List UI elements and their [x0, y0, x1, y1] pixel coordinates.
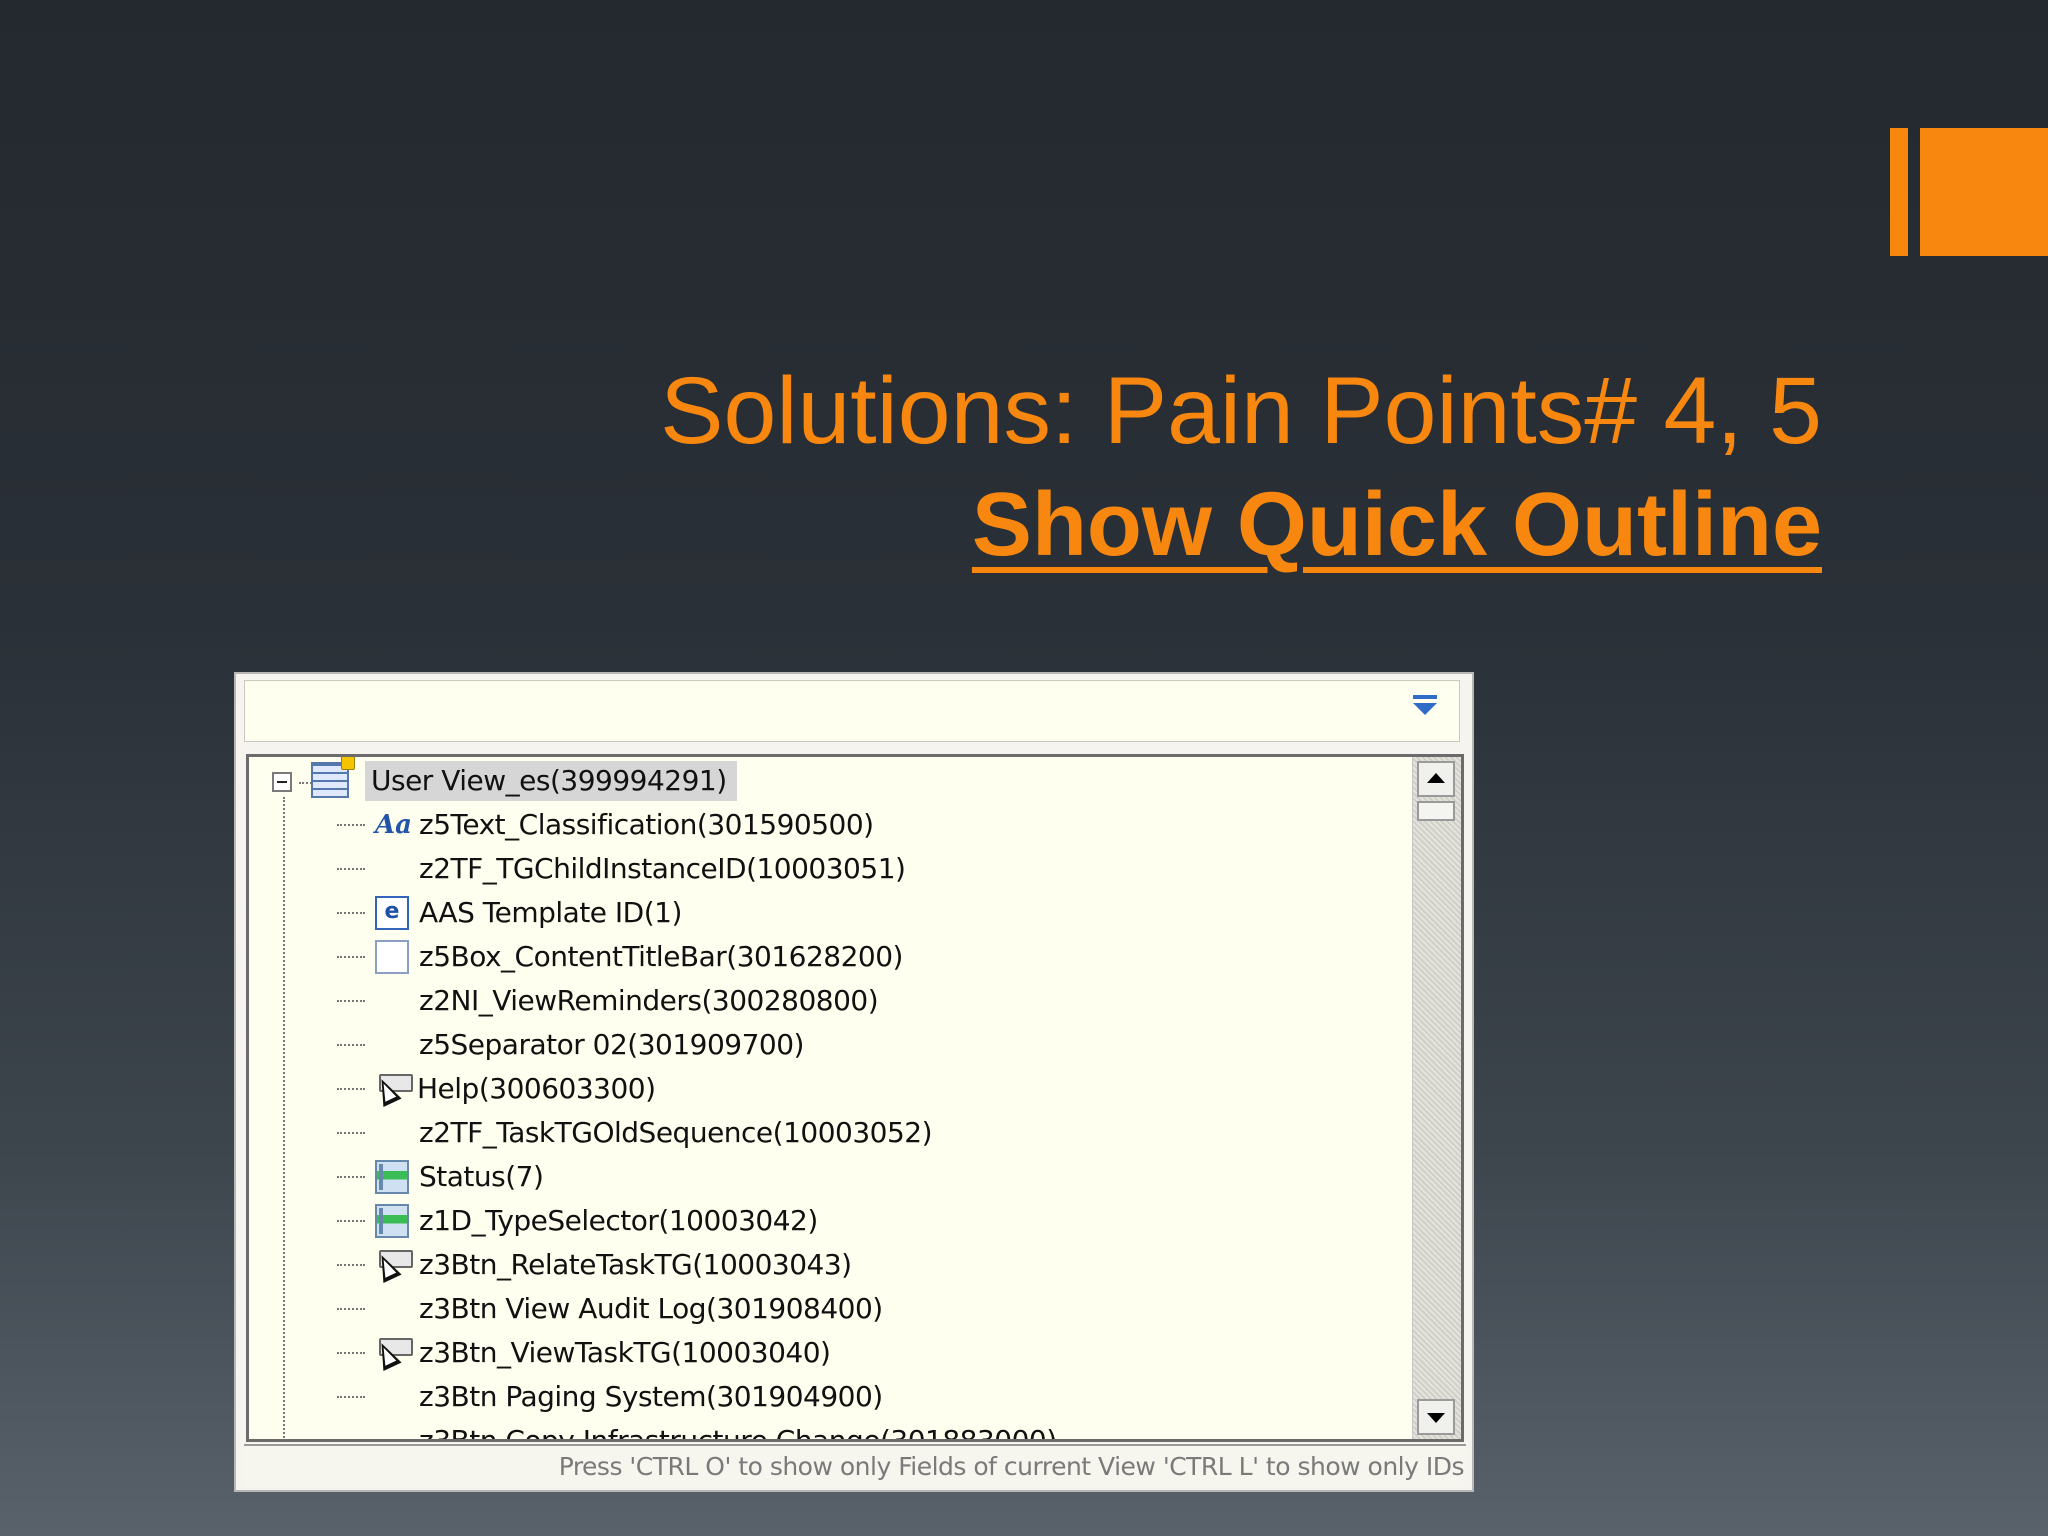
- tree-item-label: z3Btn View Audit Log(301908400): [419, 1292, 883, 1325]
- tree-connector: [337, 824, 365, 826]
- tree-item[interactable]: z3Btn_ViewTaskTG(10003040): [249, 1331, 1411, 1375]
- tree-item-label: z1D_TypeSelector(10003042): [419, 1204, 818, 1237]
- tree-root-item[interactable]: User View_es(399994291): [249, 757, 1411, 803]
- status-field-icon: [375, 1160, 409, 1194]
- dropdown-arrow-icon[interactable]: [1413, 695, 1437, 715]
- tree-item-label: z3Btn Paging System(301904900): [419, 1380, 883, 1413]
- accent-bar-thin: [1890, 128, 1908, 256]
- tree-item-label: z2TF_TGChildInstanceID(10003051): [419, 852, 906, 885]
- box-icon: [375, 940, 409, 974]
- tree-item[interactable]: Help(300603300): [249, 1067, 1411, 1111]
- tree-connector: [337, 1132, 365, 1134]
- button-icon: [372, 1072, 415, 1108]
- tree-item[interactable]: z2TF_TaskTGOldSequence(10003052): [249, 1111, 1411, 1155]
- outline-tree[interactable]: User View_es(399994291) Aa z5Text_Classi…: [246, 754, 1464, 1442]
- tree-item[interactable]: z3Btn Copy Infrastructure Change(3018830…: [249, 1419, 1411, 1439]
- scroll-up-button[interactable]: [1417, 761, 1455, 797]
- tree-item[interactable]: Status(7): [249, 1155, 1411, 1199]
- vertical-scrollbar[interactable]: [1412, 757, 1461, 1439]
- slide-title-line1: Solutions: Pain Points# 4, 5: [660, 358, 1822, 464]
- button-icon: [372, 1248, 415, 1284]
- user-view-icon: [311, 757, 355, 798]
- slide-title: Solutions: Pain Points# 4, 5 Show Quick …: [660, 355, 1822, 583]
- tree-item-label: Status(7): [419, 1160, 544, 1193]
- tree-item-label: z2TF_TaskTGOldSequence(10003052): [419, 1116, 933, 1149]
- tree-connector: [337, 1308, 365, 1310]
- collapse-toggle-icon[interactable]: [272, 772, 292, 792]
- tree-item[interactable]: z3Btn Paging System(301904900): [249, 1375, 1411, 1419]
- tree-item-label: AAS Template ID(1): [419, 896, 682, 929]
- edit-field-icon: e: [375, 896, 409, 930]
- quick-outline-dialog: User View_es(399994291) Aa z5Text_Classi…: [234, 672, 1474, 1492]
- tree-root-label: User View_es(399994291): [365, 761, 737, 801]
- tree-connector: [337, 1396, 365, 1398]
- tree-connector: [337, 1088, 365, 1090]
- status-hint-text: Press 'CTRL O' to show only Fields of cu…: [558, 1452, 1465, 1481]
- tree-connector: [337, 956, 365, 958]
- tree-item-label: z3Btn_ViewTaskTG(10003040): [419, 1336, 831, 1369]
- tree-item[interactable]: Aa z5Text_Classification(301590500): [249, 803, 1411, 847]
- filter-input[interactable]: [249, 681, 1409, 741]
- tree-connector: [337, 912, 365, 914]
- text-icon: Aa: [375, 810, 413, 840]
- tree-item-label: z3Btn Copy Infrastructure Change(3018830…: [419, 1421, 1057, 1439]
- scroll-down-button[interactable]: [1417, 1399, 1455, 1435]
- tree-item[interactable]: z3Btn_RelateTaskTG(10003043): [249, 1243, 1411, 1287]
- tree-item[interactable]: z2NI_ViewReminders(300280800): [249, 979, 1411, 1023]
- tree-item-label: z2NI_ViewReminders(300280800): [419, 984, 879, 1017]
- tree-connector: [337, 1044, 365, 1046]
- filter-combobox[interactable]: [244, 680, 1460, 742]
- tree-item[interactable]: z3Btn View Audit Log(301908400): [249, 1287, 1411, 1331]
- tree-connector: [337, 1176, 365, 1178]
- button-icon: [372, 1336, 415, 1372]
- tree-item[interactable]: e AAS Template ID(1): [249, 891, 1411, 935]
- tree-connector: [337, 1220, 365, 1222]
- accent-bar-wide: [1920, 128, 2048, 256]
- tree-item[interactable]: z2TF_TGChildInstanceID(10003051): [249, 847, 1411, 891]
- tree-item[interactable]: z1D_TypeSelector(10003042): [249, 1199, 1411, 1243]
- status-field-icon: [375, 1204, 409, 1238]
- slide-title-line2: Show Quick Outline: [971, 475, 1822, 575]
- scroll-thumb[interactable]: [1417, 801, 1455, 821]
- outline-tree-list: User View_es(399994291) Aa z5Text_Classi…: [249, 757, 1411, 1439]
- tree-item[interactable]: z5Box_ContentTitleBar(301628200): [249, 935, 1411, 979]
- tree-item[interactable]: z5Separator 02(301909700): [249, 1023, 1411, 1067]
- tree-item-label: z5Text_Classification(301590500): [419, 808, 874, 841]
- tree-connector: [337, 868, 365, 870]
- status-bar: Press 'CTRL O' to show only Fields of cu…: [244, 1444, 1466, 1486]
- tree-item-label: Help(300603300): [417, 1072, 656, 1105]
- tree-connector: [337, 1264, 365, 1266]
- tree-item-label: z3Btn_RelateTaskTG(10003043): [419, 1248, 852, 1281]
- tree-item-label: z5Separator 02(301909700): [419, 1028, 804, 1061]
- tree-connector: [337, 1352, 365, 1354]
- tree-item-label: z5Box_ContentTitleBar(301628200): [419, 940, 903, 973]
- tree-connector: [337, 1000, 365, 1002]
